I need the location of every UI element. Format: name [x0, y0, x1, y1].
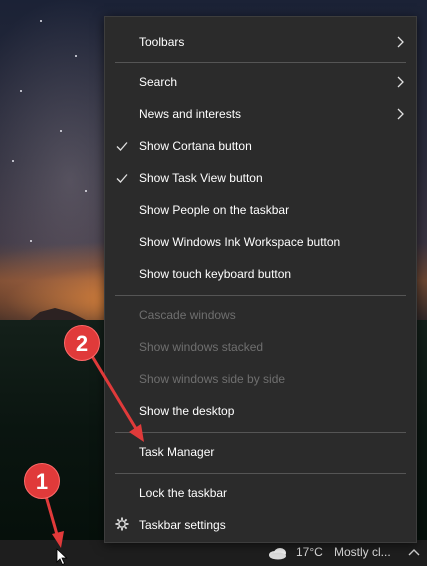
annotation-badge-2: 2 — [64, 325, 100, 361]
cloud-icon — [269, 548, 286, 560]
chevron-right-icon — [397, 76, 404, 88]
mouse-cursor-icon — [56, 548, 68, 566]
menu-separator — [115, 432, 406, 433]
menu-item-label: Show windows stacked — [139, 340, 264, 354]
menu-item-show-windows-side-by-side: Show windows side by side — [105, 364, 416, 394]
chevron-up-icon[interactable] — [407, 546, 421, 558]
menu-item-label: Show touch keyboard button — [139, 267, 292, 281]
menu-item-news-and-interests[interactable]: News and interests — [105, 99, 416, 129]
menu-item-toolbars[interactable]: Toolbars — [105, 27, 416, 57]
annotation-badge-1: 1 — [24, 463, 60, 499]
menu-item-label: Search — [139, 75, 178, 89]
menu-item-label: Cascade windows — [139, 308, 236, 322]
menu-item-taskbar-settings[interactable]: Taskbar settings — [105, 510, 416, 540]
menu-item-lock-the-taskbar[interactable]: Lock the taskbar — [105, 478, 416, 508]
menu-item-label: Taskbar settings — [139, 518, 226, 532]
menu-item-show-touch-keyboard[interactable]: Show touch keyboard button — [105, 259, 416, 289]
menu-item-search[interactable]: Search — [105, 67, 416, 97]
checkmark-icon — [116, 142, 128, 151]
menu-item-show-windows-ink[interactable]: Show Windows Ink Workspace button — [105, 227, 416, 257]
weather-description: Mostly cl... — [334, 545, 391, 559]
menu-item-show-the-desktop[interactable]: Show the desktop — [105, 396, 416, 426]
menu-item-label: News and interests — [139, 107, 242, 121]
menu-item-label: Task Manager — [139, 445, 215, 459]
menu-item-label: Show windows side by side — [139, 372, 286, 386]
menu-item-show-people[interactable]: Show People on the taskbar — [105, 195, 416, 225]
chevron-right-icon — [397, 36, 404, 48]
menu-separator — [115, 295, 406, 296]
checkmark-icon — [116, 174, 128, 183]
menu-item-label: Show the desktop — [139, 404, 235, 418]
menu-item-label: Show Windows Ink Workspace button — [139, 235, 341, 249]
menu-item-task-manager[interactable]: Task Manager — [105, 437, 416, 467]
weather-temperature: 17°C — [296, 545, 323, 559]
menu-item-label: Show People on the taskbar — [139, 203, 290, 217]
menu-item-show-windows-stacked: Show windows stacked — [105, 332, 416, 362]
menu-item-label: Toolbars — [139, 35, 185, 49]
menu-item-label: Lock the taskbar — [139, 486, 228, 500]
taskbar-context-menu: Toolbars Search News and interests Show … — [104, 16, 417, 543]
gear-icon — [115, 517, 129, 531]
chevron-right-icon — [397, 108, 404, 120]
menu-item-cascade-windows: Cascade windows — [105, 300, 416, 330]
menu-separator — [115, 62, 406, 63]
menu-item-show-task-view-button[interactable]: Show Task View button — [105, 163, 416, 193]
menu-item-label: Show Cortana button — [139, 139, 252, 153]
menu-item-show-cortana-button[interactable]: Show Cortana button — [105, 131, 416, 161]
menu-separator — [115, 473, 406, 474]
menu-item-label: Show Task View button — [139, 171, 263, 185]
